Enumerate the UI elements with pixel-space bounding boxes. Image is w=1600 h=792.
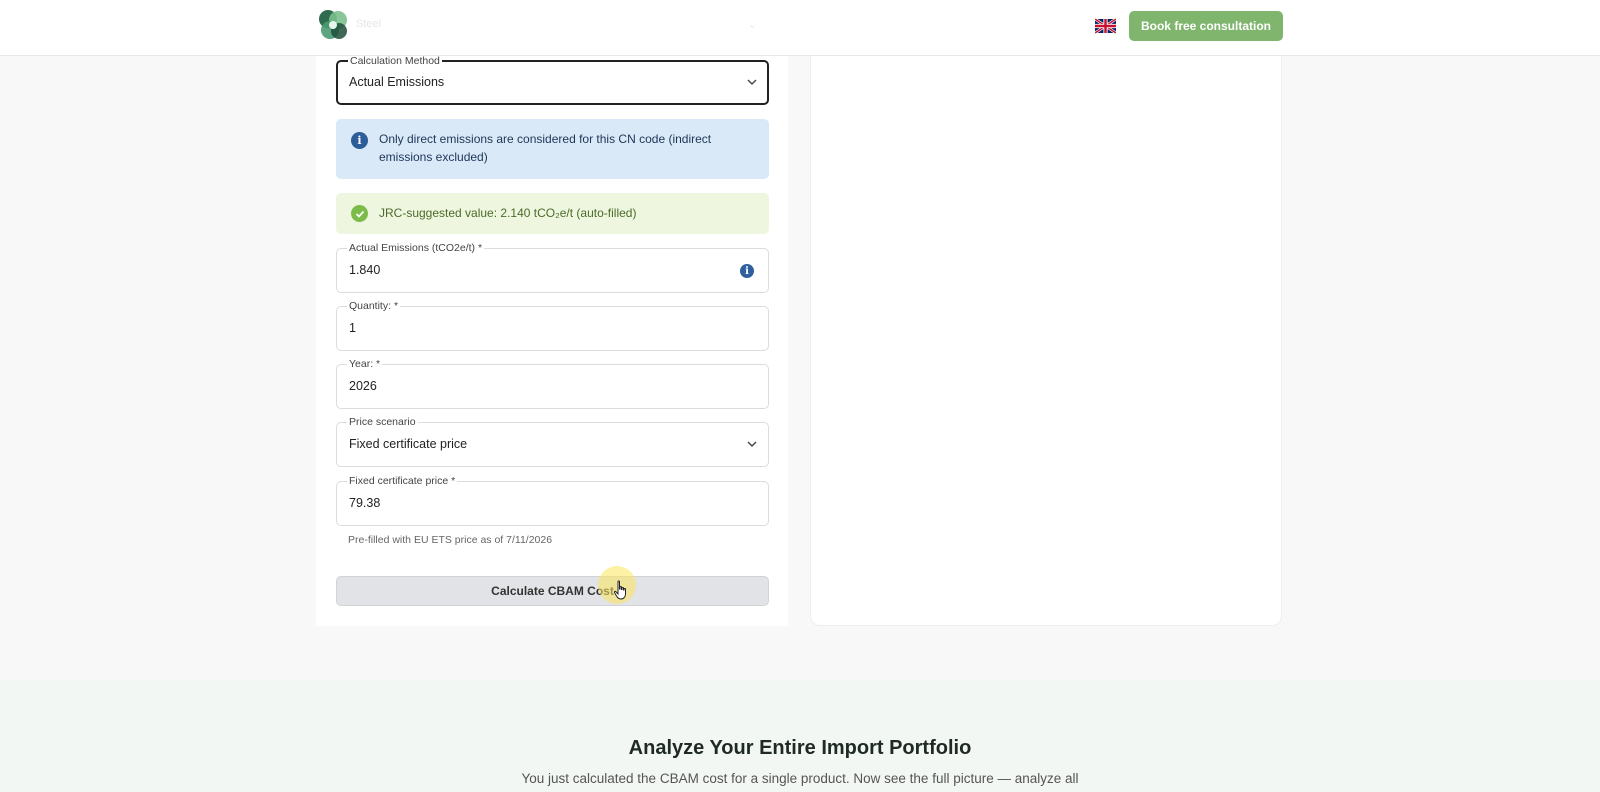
check-circle-icon (351, 205, 368, 222)
faded-chevron-icon: ⌄ (748, 19, 758, 31)
calculation-method-label: Calculation Method (348, 54, 442, 68)
fixed-price-label: Fixed certificate price * (347, 474, 458, 488)
price-scenario-label: Price scenario (347, 415, 418, 429)
calculation-method-value: Actual Emissions (349, 75, 445, 89)
faded-behind-text: Steel (356, 18, 382, 30)
price-scenario-select[interactable]: Price scenario Fixed certificate price (336, 415, 769, 467)
quantity-value: 1 (349, 321, 356, 335)
info-alert: i Only direct emissions are considered f… (336, 119, 769, 179)
fixed-price-field[interactable]: Fixed certificate price * 79.38 (336, 474, 769, 526)
hand-cursor-icon (613, 580, 626, 600)
year-label: Year: * (347, 357, 383, 371)
site-header: Steel ⌄ Book free consultation (0, 0, 1600, 56)
year-field[interactable]: Year: * 2026 (336, 357, 769, 409)
actual-emissions-label: Actual Emissions (tCO2e/t) * (347, 241, 485, 255)
chevron-down-icon (747, 441, 757, 447)
results-panel (810, 0, 1282, 626)
book-consultation-button[interactable]: Book free consultation (1129, 11, 1283, 41)
calculation-method-select[interactable]: Calculation Method Actual Emissions (336, 54, 769, 105)
logo-icon[interactable] (316, 8, 350, 42)
chevron-down-icon (747, 79, 757, 85)
quantity-field[interactable]: Quantity: * 1 (336, 299, 769, 351)
year-value: 2026 (349, 379, 377, 393)
calculate-cbam-button[interactable]: Calculate CBAM Cost (336, 576, 769, 606)
actual-emissions-field[interactable]: Actual Emissions (tCO2e/t) * 1.840 i (336, 241, 769, 293)
portfolio-title: Analyze Your Entire Import Portfolio (628, 737, 972, 759)
fixed-price-helper-text: Pre-filled with EU ETS price as of 7/11/… (348, 534, 553, 546)
success-alert: JRC-suggested value: 2.140 tCO₂e/t (auto… (336, 193, 769, 234)
info-alert-text: Only direct emissions are considered for… (379, 132, 712, 164)
info-icon[interactable]: i (740, 264, 754, 278)
price-scenario-value: Fixed certificate price (349, 437, 468, 451)
quantity-label: Quantity: * (347, 299, 401, 313)
portfolio-subtitle: You just calculated the CBAM cost for a … (521, 771, 1079, 786)
actual-emissions-value: 1.840 (349, 263, 381, 277)
info-icon: i (351, 132, 368, 149)
uk-flag-icon[interactable] (1095, 18, 1116, 34)
fixed-price-value: 79.38 (349, 496, 381, 510)
success-alert-text: JRC-suggested value: 2.140 tCO₂e/t (auto… (379, 206, 637, 220)
